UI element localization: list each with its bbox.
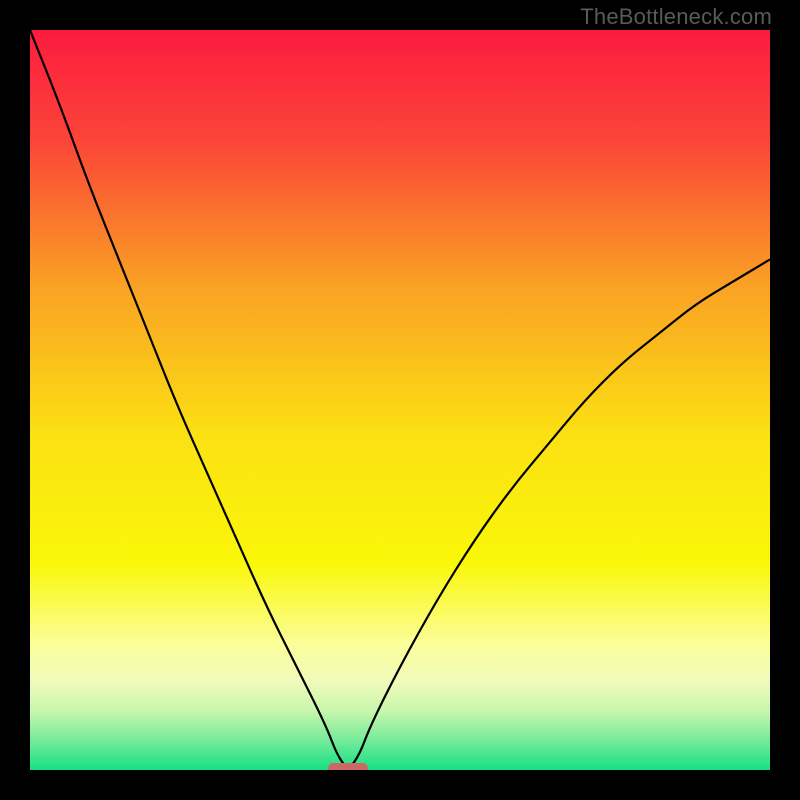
watermark-text: TheBottleneck.com — [580, 4, 772, 30]
optimal-marker — [328, 763, 368, 771]
bottleneck-chart — [30, 30, 770, 770]
gradient-bg — [30, 30, 770, 770]
plot-area — [30, 30, 770, 770]
chart-frame: TheBottleneck.com — [0, 0, 800, 800]
